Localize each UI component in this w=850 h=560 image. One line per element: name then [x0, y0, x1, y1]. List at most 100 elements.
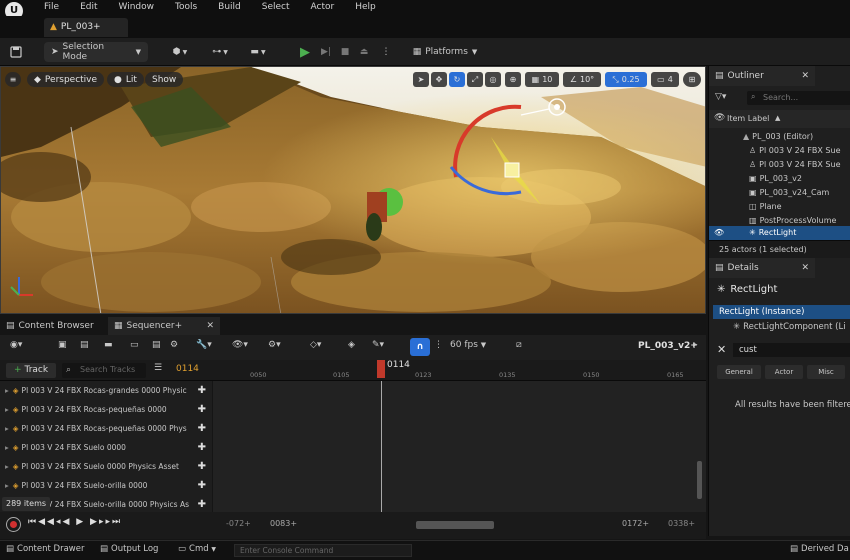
playback-options-icon[interactable]: ⚙▾: [268, 340, 281, 350]
track-row[interactable]: ▸ ◈ Pl 003 V 24 FBX Suelo 0000 Physics Ass…: [0, 457, 212, 476]
select-mode-icon[interactable]: ➤: [413, 72, 429, 87]
camera-icon[interactable]: ▭: [130, 340, 139, 350]
scale-snap-toggle[interactable]: ⤡ 0.25: [605, 72, 647, 87]
category-misc-button[interactable]: Misc: [807, 365, 845, 379]
scale-icon[interactable]: ⤢: [467, 72, 483, 87]
close-icon[interactable]: ✕: [801, 66, 809, 86]
surface-snap-icon[interactable]: ⊕: [505, 72, 521, 87]
outliner-item[interactable]: ◫ Plane: [709, 200, 850, 213]
maximize-viewport-icon[interactable]: ⊞: [683, 72, 701, 87]
instance-row[interactable]: RectLight (Instance): [713, 305, 850, 319]
close-icon[interactable]: ✕: [801, 258, 809, 278]
camera-speed-button[interactable]: ▭ 4: [651, 72, 679, 87]
sequence-options-icon[interactable]: ▸: [693, 340, 698, 350]
step-icon[interactable]: ▶|: [318, 42, 334, 62]
play-options-icon[interactable]: ⋮: [378, 42, 394, 62]
sequence-name[interactable]: PL_003_v2+: [638, 341, 698, 351]
stop-icon[interactable]: ■: [338, 42, 352, 62]
platforms-dropdown[interactable]: ▦ Platforms ▼: [408, 42, 482, 62]
snap-options-icon[interactable]: ⋮: [434, 340, 443, 350]
current-frame-field[interactable]: 0114: [176, 364, 199, 374]
track-row[interactable]: ▸ ◈ Pl 003 V 24 FBX Rocas-pequeñas 0000 ✚: [0, 400, 212, 419]
show-button[interactable]: Show: [145, 72, 184, 87]
expand-icon[interactable]: ▸: [5, 481, 9, 490]
outliner-item[interactable]: ♙ Pl 003 V 24 FBX Sue: [709, 158, 850, 171]
details-tab[interactable]: ▤ Details ✕: [709, 258, 815, 278]
output-log-button[interactable]: ▤ Output Log: [100, 544, 158, 554]
outliner-tab[interactable]: ▤ Outliner ✕: [709, 66, 815, 86]
eject-icon[interactable]: ⏏: [357, 42, 371, 62]
details-search-input[interactable]: cust: [733, 343, 850, 357]
menu-edit[interactable]: Edit: [80, 2, 97, 12]
expand-icon[interactable]: ▸: [5, 424, 9, 433]
render-icon[interactable]: ▬: [104, 340, 113, 350]
add-key-icon[interactable]: ✚: [198, 457, 206, 476]
settings-icon[interactable]: ⚙: [170, 340, 178, 350]
grid-snap-toggle[interactable]: ▦ 10: [525, 72, 559, 87]
expand-icon[interactable]: ▸: [5, 405, 9, 414]
selection-mode-dropdown[interactable]: ➤ Selection Mode ▼: [44, 42, 148, 62]
track-search-input[interactable]: ⌕ Search Tracks: [62, 363, 146, 378]
menu-actor[interactable]: Actor: [311, 2, 335, 12]
menu-help[interactable]: Help: [355, 2, 376, 12]
track-row[interactable]: ▸ ◈ Pl 003 V 24 FBX Suelo-orilla 0000 ✚: [0, 476, 212, 495]
outliner-item[interactable]: ▲ PL_003 (Editor): [709, 130, 850, 143]
track-row[interactable]: ▸ ◈ Pl 003 V 24 FBX Suelo 0000 ✚: [0, 438, 212, 457]
track-timeline-area[interactable]: [213, 381, 706, 512]
view-end-field[interactable]: 0172+: [622, 519, 649, 528]
add-key-icon[interactable]: ✚: [198, 381, 206, 400]
snap-icon[interactable]: ∩: [410, 338, 430, 356]
add-track-button[interactable]: + Track: [6, 363, 56, 378]
menu-tools[interactable]: Tools: [175, 2, 197, 12]
track-row[interactable]: ▸ ◈ Pl 003 V 24 FBX Rocas-pequeñas 0000 Ph…: [0, 419, 212, 438]
expand-icon[interactable]: ▸: [5, 462, 9, 471]
sequencer-tab[interactable]: ▦ Sequencer+ ✕: [108, 317, 220, 335]
auto-key-icon[interactable]: ◈: [348, 340, 355, 350]
range-start-field[interactable]: -072+: [226, 519, 251, 528]
edit-icon[interactable]: ✎▾: [372, 340, 384, 350]
menu-window[interactable]: Window: [119, 2, 155, 12]
content-browser-tab[interactable]: ▤ Content Browser: [0, 317, 106, 335]
menu-select[interactable]: Select: [262, 2, 290, 12]
menu-file[interactable]: File: [44, 2, 59, 12]
console-input[interactable]: Enter Console Command: [234, 544, 412, 557]
time-ruler[interactable]: 0050 0105 0123 0135 0150 0165 0114: [213, 360, 706, 381]
cmd-dropdown[interactable]: ▭ Cmd ▼: [178, 544, 216, 554]
translate-icon[interactable]: ✥: [431, 72, 447, 87]
outliner-item[interactable]: ▣ PL_003_v2: [709, 172, 850, 185]
blueprint-icon[interactable]: ⊶ ▼: [206, 42, 234, 62]
vertical-scrollbar[interactable]: [697, 461, 702, 499]
filter-icon[interactable]: ▽▾: [715, 92, 726, 102]
expand-icon[interactable]: ▸: [5, 386, 9, 395]
add-actor-icon[interactable]: ⬢ ▼: [168, 42, 192, 62]
keyframe-icon[interactable]: ▤: [152, 340, 161, 350]
content-drawer-button[interactable]: ▤ Content Drawer: [6, 544, 84, 554]
playhead-marker[interactable]: [377, 360, 385, 378]
clear-search-icon[interactable]: ✕: [717, 343, 726, 356]
view-start-field[interactable]: 0083+: [270, 519, 297, 528]
outliner-search-input[interactable]: ⌕ Search...: [747, 91, 850, 105]
menu-build[interactable]: Build: [218, 2, 241, 12]
find-icon[interactable]: ▤: [80, 340, 89, 350]
filter-icon[interactable]: ☰: [154, 363, 162, 373]
world-icon[interactable]: ◉▾: [10, 340, 22, 350]
play-icon[interactable]: ▶: [296, 42, 314, 62]
derived-data-button[interactable]: ▤ Derived Da: [790, 544, 849, 554]
outliner-item-selected[interactable]: 👁 ✳ RectLight: [709, 226, 850, 240]
visibility-icon[interactable]: 👁: [714, 226, 724, 239]
level-tab[interactable]: ▲ PL_003+: [44, 18, 128, 37]
track-row[interactable]: ▸ ◈ Pl 003 V 24 FBX Rocas-grandes 0000 Phy…: [0, 381, 212, 400]
outliner-item[interactable]: ▣ PL_003_v24_Cam: [709, 186, 850, 199]
expand-icon[interactable]: ▸: [5, 443, 9, 452]
add-key-icon[interactable]: ✚: [198, 438, 206, 457]
category-actor-button[interactable]: Actor: [765, 365, 803, 379]
world-space-icon[interactable]: ◎: [485, 72, 501, 87]
item-label-column[interactable]: Item Label: [727, 114, 769, 123]
viewport-menu-icon[interactable]: ≡: [5, 72, 21, 87]
key-interp-icon[interactable]: ◇▾: [310, 340, 321, 350]
rotation-snap-toggle[interactable]: ∠ 10°: [563, 72, 601, 87]
tools-icon[interactable]: 🔧▾: [196, 340, 212, 350]
perspective-button[interactable]: ◆ Perspective: [27, 72, 105, 87]
add-key-icon[interactable]: ✚: [198, 400, 206, 419]
outliner-item[interactable]: ♙ Pl 003 V 24 FBX Sue: [709, 144, 850, 157]
